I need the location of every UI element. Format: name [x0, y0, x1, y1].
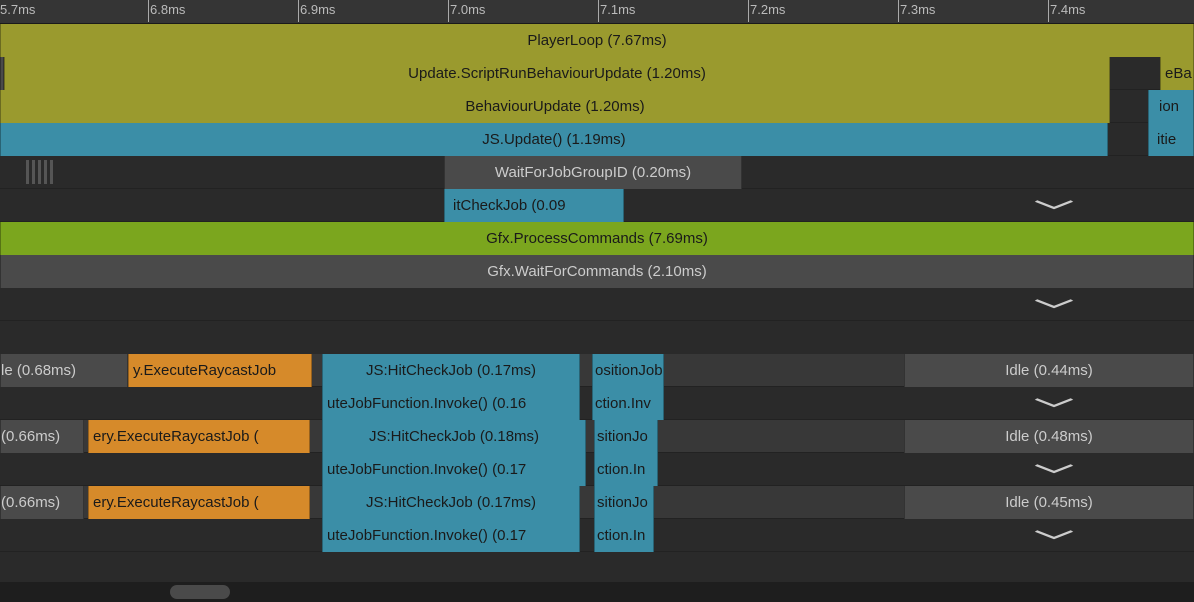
- profiler-bar-idle[interactable]: Idle (0.44ms): [904, 354, 1194, 387]
- profiler-bar-invoke[interactable]: uteJobFunction.Invoke() (0.16: [322, 387, 580, 420]
- profiler-bar-sliver[interactable]: [662, 420, 692, 453]
- timeline-row[interactable]: uteJobFunction.Invoke() (0.17 ction.In: [0, 453, 1194, 486]
- profiler-bar-sliver[interactable]: [386, 156, 392, 184]
- profiler-bar-sliver[interactable]: [1128, 57, 1134, 90]
- timeline-row[interactable]: (0.66ms) ery.ExecuteRaycastJob ( JS:HitC…: [0, 420, 1194, 453]
- profiler-bar-sliver[interactable]: [1136, 57, 1142, 90]
- ruler-tick: 5.7ms: [0, 2, 35, 17]
- scrollbar-thumb[interactable]: [170, 585, 230, 599]
- profiler-bar-idle[interactable]: le (0.68ms): [0, 354, 128, 387]
- horizontal-scrollbar[interactable]: [0, 582, 1194, 602]
- profiler-bar-eba[interactable]: eBa: [1160, 57, 1194, 90]
- profiler-bar-invoke2[interactable]: ction.In: [594, 519, 654, 552]
- profiler-bar-sliver[interactable]: [1122, 90, 1126, 123]
- profiler-bar-sliver[interactable]: [658, 486, 682, 519]
- profiler-bar-invoke[interactable]: uteJobFunction.Invoke() (0.17: [322, 453, 586, 486]
- profiler-bar-invoke2[interactable]: ction.Inv: [592, 387, 664, 420]
- profiler-bar-sliver[interactable]: [1172, 156, 1182, 189]
- timeline-row[interactable]: uteJobFunction.Invoke() (0.17 ction.In: [0, 519, 1194, 552]
- profiler-bar-sliver[interactable]: [720, 354, 738, 387]
- timeline-row[interactable]: uteJobFunction.Invoke() (0.16 ction.Inv: [0, 387, 1194, 420]
- profiler-bar-sliver[interactable]: [1144, 57, 1148, 90]
- timeline-row[interactable]: [0, 288, 1194, 321]
- chevron-down-icon[interactable]: [1034, 524, 1074, 545]
- profiler-bar-sliver[interactable]: [668, 354, 716, 387]
- timeline-row[interactable]: (0.66ms) ery.ExecuteRaycastJob ( JS:HitC…: [0, 486, 1194, 519]
- timeline-row[interactable]: JS.Update() (1.19ms) itie: [0, 123, 1194, 156]
- timeline-row[interactable]: Gfx.WaitForCommands (2.10ms): [0, 255, 1194, 288]
- profiler-bar-sliver[interactable]: [708, 519, 722, 552]
- timeline-row[interactable]: Update.ScriptRunBehaviourUpdate (1.20ms)…: [0, 57, 1194, 90]
- timeline-row[interactable]: Gfx.ProcessCommands (7.69ms): [0, 222, 1194, 255]
- profiler-bar-sliver[interactable]: [1112, 90, 1120, 123]
- profiler-bar-playerloop[interactable]: PlayerLoop (7.67ms): [0, 24, 1194, 57]
- profiler-bar-idle[interactable]: Idle (0.48ms): [904, 420, 1194, 453]
- profiler-bar-sliver[interactable]: [708, 486, 722, 519]
- timeline-row[interactable]: PlayerLoop (7.67ms): [0, 24, 1194, 57]
- ruler-tick: 6.8ms: [150, 2, 185, 17]
- profiler-bar-ion[interactable]: ion: [1148, 90, 1194, 123]
- profiler-bar-sliver[interactable]: [1160, 156, 1166, 189]
- profiler-bar-gfxprocess[interactable]: Gfx.ProcessCommands (7.69ms): [0, 222, 1194, 255]
- profiler-bar-idle[interactable]: Idle (0.45ms): [904, 486, 1194, 519]
- profiler-bar-hitcheck[interactable]: JS:HitCheckJob (0.17ms): [322, 354, 580, 387]
- ruler-tick: 7.2ms: [750, 2, 785, 17]
- timeline-ruler[interactable]: 5.7ms 6.8ms 6.9ms 7.0ms 7.1ms 7.2ms 7.3m…: [0, 0, 1194, 24]
- profiler-bar-position[interactable]: sitionJo: [594, 420, 658, 453]
- profiler-bar-raycast[interactable]: ery.ExecuteRaycastJob (: [88, 486, 310, 519]
- profiler-bar-sliver[interactable]: [1118, 57, 1126, 90]
- profiler-bar-sliver[interactable]: [1128, 123, 1146, 156]
- profiler-bar-scriptrun[interactable]: Update.ScriptRunBehaviourUpdate (1.20ms): [4, 57, 1110, 90]
- profiler-bar-sliver[interactable]: [694, 420, 708, 453]
- profiler-bar-raycast[interactable]: y.ExecuteRaycastJob: [128, 354, 312, 387]
- profiler-bar-sliver[interactable]: [1128, 90, 1146, 123]
- profiler-bar-behaviourupdate[interactable]: BehaviourUpdate (1.20ms): [0, 90, 1110, 123]
- timeline-row[interactable]: BehaviourUpdate (1.20ms) ion: [0, 90, 1194, 123]
- profiler-bar-sliver[interactable]: [662, 453, 692, 486]
- profiler-bar-hitcheck[interactable]: JS:HitCheckJob (0.18ms): [322, 420, 586, 453]
- profiler-sliver-group[interactable]: [26, 160, 53, 184]
- profiler-bar-sliver[interactable]: [1112, 123, 1118, 156]
- chevron-down-icon[interactable]: [1034, 458, 1074, 479]
- ruler-tick: 7.0ms: [450, 2, 485, 17]
- profiler-bar-invoke[interactable]: uteJobFunction.Invoke() (0.17: [322, 519, 580, 552]
- profiler-bar-invoke2[interactable]: ction.In: [594, 453, 658, 486]
- timeline-row[interactable]: WaitForJobGroupID (0.20ms): [0, 156, 1194, 189]
- chevron-down-icon[interactable]: [1034, 392, 1074, 413]
- ruler-tick: 6.9ms: [300, 2, 335, 17]
- ruler-tick: 7.3ms: [900, 2, 935, 17]
- profiler-bar-sliver[interactable]: [668, 387, 716, 420]
- ruler-tick: 7.4ms: [1050, 2, 1085, 17]
- profiler-bar-waitjob[interactable]: WaitForJobGroupID (0.20ms): [444, 156, 742, 189]
- timeline-row[interactable]: itCheckJob (0.09: [0, 189, 1194, 222]
- profiler-bar-sliver[interactable]: [1150, 57, 1158, 90]
- profiler-bar-idle[interactable]: (0.66ms): [0, 420, 84, 453]
- ruler-tick: 7.1ms: [600, 2, 635, 17]
- profiler-bar-position[interactable]: sitionJo: [594, 486, 654, 519]
- profiler-bar-idle[interactable]: (0.66ms): [0, 486, 84, 519]
- profiler-bar-sliver[interactable]: [686, 486, 704, 519]
- profiler-bar-sliver[interactable]: [583, 486, 589, 519]
- profiler-bar-sliver[interactable]: [1128, 156, 1136, 189]
- profiler-bar-jsupdate[interactable]: JS.Update() (1.19ms): [0, 123, 1108, 156]
- profiler-bar-raycast[interactable]: ery.ExecuteRaycastJob (: [88, 420, 310, 453]
- chevron-down-icon[interactable]: [1034, 293, 1074, 314]
- profiler-bar-itie[interactable]: itie: [1148, 123, 1194, 156]
- profiler-bar-sliver[interactable]: [686, 519, 704, 552]
- profiler-bar-hitcheck[interactable]: JS:HitCheckJob (0.17ms): [322, 486, 580, 519]
- profiler-bar-sliver[interactable]: [658, 519, 682, 552]
- profiler-bar-gfxwait[interactable]: Gfx.WaitForCommands (2.10ms): [0, 255, 1194, 288]
- profiler-bar-position[interactable]: ositionJob: [592, 354, 664, 387]
- profiler-bar-hitcheck[interactable]: itCheckJob (0.09: [444, 189, 624, 222]
- timeline-row[interactable]: le (0.68ms) y.ExecuteRaycastJob JS:HitCh…: [0, 354, 1194, 387]
- chevron-down-icon[interactable]: [1034, 194, 1074, 215]
- profiler-bar-sliver[interactable]: [583, 354, 589, 387]
